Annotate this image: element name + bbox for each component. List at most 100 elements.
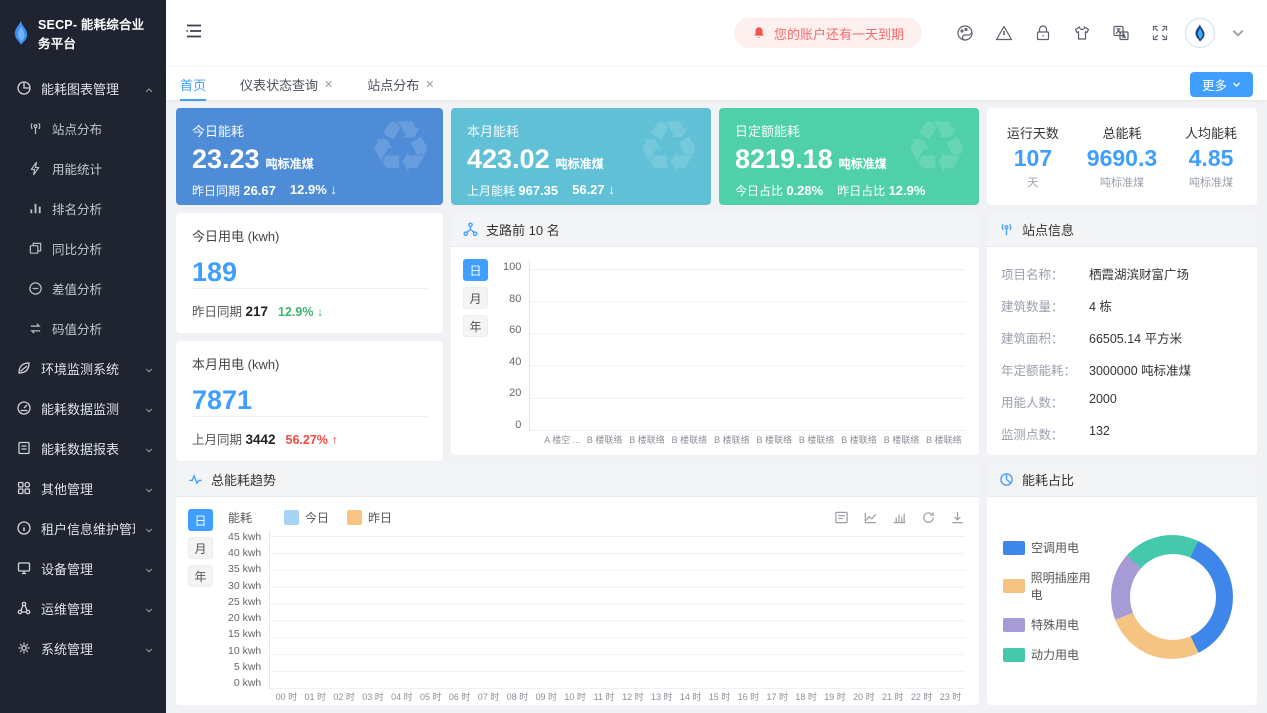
site-info-row: 年定额能耗： 3000000 吨标准煤 xyxy=(1001,353,1243,385)
site-info-label: 监测点数： xyxy=(1001,424,1089,443)
sidebar-item-系统管理[interactable]: 系统管理 xyxy=(0,628,166,668)
fullscreen-icon[interactable] xyxy=(1151,24,1169,42)
chevron-down-icon xyxy=(144,363,154,373)
pie-legend-item-照明插座用电[interactable]: 照明插座用电 xyxy=(1003,569,1101,603)
sidebar-subitem-同比分析[interactable]: 同比分析 xyxy=(0,228,166,268)
user-avatar[interactable] xyxy=(1185,18,1215,48)
pie-legend-item-特殊用电[interactable]: 特殊用电 xyxy=(1003,616,1101,633)
trend-x-label: 04 时 xyxy=(388,690,417,703)
more-button[interactable]: 更多 xyxy=(1190,72,1253,97)
site-info-rows: 项目名称： 栖霞湖滨财富广场建筑数量： 4 栋建筑面积： 66505.14 平方… xyxy=(987,247,1257,455)
trend-y-tick: 0 kwh xyxy=(234,677,261,689)
site-info-value: 132 xyxy=(1089,424,1110,443)
sidebar-subitem-用能统计[interactable]: 用能统计 xyxy=(0,148,166,188)
pie-legend-item-空调用电[interactable]: 空调用电 xyxy=(1003,539,1101,556)
compare-icon xyxy=(28,241,43,256)
usage-title: 本月用电 (kwh) xyxy=(192,354,427,373)
user-menu-chevron-down-icon[interactable] xyxy=(1231,26,1245,40)
stat-unit: 吨标准煤 xyxy=(1185,174,1237,190)
trend-toggle-年[interactable]: 年 xyxy=(188,565,213,587)
site-info-title: 站点信息 xyxy=(1022,220,1074,239)
branch-y-tick: 60 xyxy=(509,324,521,336)
trend-toggle-月[interactable]: 月 xyxy=(188,537,213,559)
refresh-icon[interactable] xyxy=(921,510,936,525)
sidebar-item-其他管理[interactable]: 其他管理 xyxy=(0,468,166,508)
trend-y-axis: 45 kwh40 kwh35 kwh30 kwh25 kwh20 kwh15 k… xyxy=(228,531,269,689)
trend-x-label: 09 时 xyxy=(532,690,561,703)
kpi-value: 8219.18吨标准煤 xyxy=(735,144,963,175)
branch-x-label: B 楼联络 xyxy=(711,433,753,446)
sidebar-item-label: 环境监测系统 xyxy=(41,359,135,378)
sidebar-item-能耗数据监测[interactable]: 能耗数据监测 xyxy=(0,388,166,428)
pie-legend-item-动力用电[interactable]: 动力用电 xyxy=(1003,646,1101,663)
sidebar-subitem-label: 码值分析 xyxy=(52,319,102,338)
trend-y-tick: 25 kwh xyxy=(228,596,261,608)
site-info-label: 项目名称： xyxy=(1001,264,1089,283)
sidebar-item-运维管理[interactable]: 运维管理 xyxy=(0,588,166,628)
site-info-label: 建筑数量： xyxy=(1001,296,1089,315)
sidebar-item-环境监测系统[interactable]: 环境监测系统 xyxy=(0,348,166,388)
sidebar-item-label: 设备管理 xyxy=(41,559,135,578)
sidebar-item-label: 租户信息维护管理 xyxy=(41,519,135,538)
bar-chart-icon[interactable] xyxy=(892,510,907,525)
trend-x-label: 14 时 xyxy=(676,690,705,703)
sidebar-item-设备管理[interactable]: 设备管理 xyxy=(0,548,166,588)
chevron-down-icon xyxy=(144,523,154,533)
tab-label: 仪表状态查询 xyxy=(240,75,318,94)
sidebar-subitem-排名分析[interactable]: 排名分析 xyxy=(0,188,166,228)
sidebar-item-label: 能耗图表管理 xyxy=(41,79,135,98)
tab-首页[interactable]: 首页 xyxy=(180,67,206,101)
legend-label: 今日 xyxy=(305,509,329,526)
tab-close-icon[interactable]: ✕ xyxy=(425,78,434,91)
tab-close-icon[interactable]: ✕ xyxy=(324,78,333,91)
flame-logo-icon xyxy=(10,20,32,46)
data-view-icon[interactable] xyxy=(834,510,849,525)
site-info-panel: 站点信息 项目名称： 栖霞湖滨财富广场建筑数量： 4 栋建筑面积： 66505.… xyxy=(987,213,1257,455)
trend-x-label: 08 时 xyxy=(503,690,532,703)
branch-toggle-年[interactable]: 年 xyxy=(463,315,488,337)
legend-item-今日[interactable]: 今日 xyxy=(284,509,329,526)
lock-icon[interactable] xyxy=(1034,24,1052,42)
site-info-row: 监测点数： 132 xyxy=(1001,417,1243,449)
collapse-menu-icon[interactable] xyxy=(184,21,204,46)
sidebar-item-能耗图表管理[interactable]: 能耗图表管理 xyxy=(0,68,166,108)
branch-toggle-日[interactable]: 日 xyxy=(463,259,488,281)
app-title: SECP- 能耗综合业务平台 xyxy=(38,14,156,52)
stat-value: 107 xyxy=(1007,145,1059,172)
i18n-icon[interactable] xyxy=(1112,24,1130,42)
site-info-value: 3000000 吨标准煤 xyxy=(1089,360,1191,379)
energy-ratio-header: 能耗占比 xyxy=(987,463,1257,497)
branch-x-label: B 楼联络 xyxy=(838,433,880,446)
trend-y-tick: 10 kwh xyxy=(228,645,261,657)
download-icon[interactable] xyxy=(950,510,965,525)
sidebar-item-label: 系统管理 xyxy=(41,639,135,658)
legend-item-昨日[interactable]: 昨日 xyxy=(347,509,392,526)
branch-toggle-月[interactable]: 月 xyxy=(463,287,488,309)
sidebar-item-租户信息维护管理[interactable]: 租户信息维护管理 xyxy=(0,508,166,548)
account-expiry-alert[interactable]: 您的账户还有一天到期 xyxy=(734,18,922,48)
trend-y-tick: 15 kwh xyxy=(228,628,261,640)
error-log-icon[interactable] xyxy=(995,24,1013,42)
theme-icon[interactable] xyxy=(956,24,974,42)
tab-站点分布[interactable]: 站点分布✕ xyxy=(367,67,434,101)
sidebar-subitem-码值分析[interactable]: 码值分析 xyxy=(0,308,166,348)
kpi-meta: 上月能耗 967.3556.27 ↓ xyxy=(467,182,695,199)
trend-x-label: 17 时 xyxy=(763,690,792,703)
skin-icon[interactable] xyxy=(1073,24,1091,42)
dashboard-content: 今日能耗23.23吨标准煤昨日同期 26.6712.9% ↓♻本月能耗423.0… xyxy=(166,100,1267,713)
tab-仪表状态查询[interactable]: 仪表状态查询 ✕ xyxy=(240,67,333,101)
app-logo[interactable]: SECP- 能耗综合业务平台 xyxy=(0,0,166,66)
report-icon xyxy=(16,440,32,456)
sidebar-subitem-站点分布[interactable]: 站点分布 xyxy=(0,108,166,148)
trend-x-label: 06 时 xyxy=(445,690,474,703)
site-info-row: 建筑数量： 4 栋 xyxy=(1001,289,1243,321)
pulse-icon xyxy=(188,472,203,487)
site-info-label: 用能人数： xyxy=(1001,392,1089,411)
chevron-up-icon xyxy=(144,83,154,93)
sidebar-subitem-差值分析[interactable]: 差值分析 xyxy=(0,268,166,308)
trend-toggle-日[interactable]: 日 xyxy=(188,509,213,531)
stat-运行天数: 运行天数 107 天 xyxy=(1007,123,1059,190)
line-chart-icon[interactable] xyxy=(863,510,878,525)
sidebar-item-能耗数据报表[interactable]: 能耗数据报表 xyxy=(0,428,166,468)
kpi-meta-item: 昨日同期 26.67 xyxy=(192,182,276,199)
